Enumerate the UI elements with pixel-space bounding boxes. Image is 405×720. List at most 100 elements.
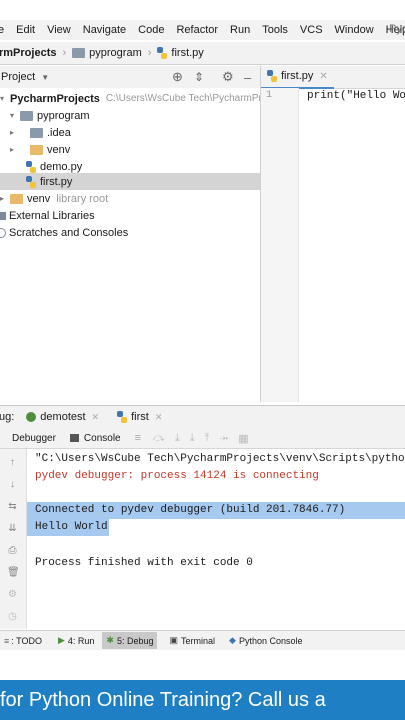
menu-file[interactable]: e bbox=[0, 24, 4, 36]
todo-button[interactable]: ≡: TODO bbox=[0, 632, 46, 649]
debugger-tab[interactable]: Debugger bbox=[12, 433, 56, 444]
folder-icon bbox=[72, 48, 86, 58]
step-over-icon[interactable]: ⤼ bbox=[153, 432, 165, 445]
tree-root-label: PycharmProjects bbox=[10, 92, 100, 105]
tree-item-venv-root[interactable]: ▸ venv library root bbox=[0, 190, 108, 207]
tree-item-first-py[interactable]: first.py bbox=[0, 173, 260, 190]
menu-edit[interactable]: Edit bbox=[16, 24, 35, 36]
console-line: Connected to pydev debugger (build 201.7… bbox=[35, 504, 346, 516]
python-console-icon: ◆ bbox=[229, 635, 236, 645]
down-arrow-icon[interactable]: ↓ bbox=[7, 479, 18, 490]
folder-icon bbox=[10, 193, 23, 204]
tree-item-label: venv bbox=[47, 143, 71, 156]
debug-tab-first[interactable]: first bbox=[131, 411, 149, 423]
collapse-arrow-icon[interactable]: ▸ bbox=[0, 194, 10, 203]
python-console-button[interactable]: ◆ Python Console bbox=[225, 632, 306, 649]
terminal-icon: ▣ bbox=[169, 635, 178, 645]
run-button[interactable]: ▶ 4: Run bbox=[54, 632, 98, 649]
menu-run[interactable]: Run bbox=[230, 24, 250, 36]
code-line[interactable]: print("Hello Wo bbox=[307, 90, 405, 102]
python-file-icon bbox=[26, 175, 36, 188]
promo-banner: for Python Online Training? Call us a bbox=[0, 680, 405, 720]
tree-item-label: External Libraries bbox=[9, 209, 95, 222]
banner-text: for Python Online Training? Call us a bbox=[0, 689, 326, 711]
window-title: Pych bbox=[389, 23, 405, 35]
step-into-icon[interactable]: ⤓ bbox=[175, 432, 180, 445]
library-root-label: library root bbox=[56, 192, 109, 205]
expand-arrow-icon[interactable]: ▾ bbox=[0, 94, 10, 103]
debug-sidebar: ↑ ↓ ⇆ ⇊ ⎙ 🗑 ⚙ ◷ bbox=[0, 449, 27, 629]
scroll-to-end-icon[interactable]: ⇊ bbox=[7, 523, 18, 534]
print-icon[interactable]: ⎙ bbox=[7, 545, 18, 556]
clock-icon[interactable]: ◷ bbox=[7, 611, 18, 622]
project-panel-title[interactable]: Project bbox=[1, 71, 35, 83]
terminal-button[interactable]: ▣ Terminal bbox=[165, 632, 219, 649]
tree-item-root[interactable]: ▾ PycharmProjects C:\Users\WsCube Tech\P… bbox=[0, 90, 288, 107]
menu-tools[interactable]: Tools bbox=[262, 24, 288, 36]
bug-icon: ✱ bbox=[106, 635, 114, 645]
run-label: 4: Run bbox=[67, 635, 95, 646]
tree-item-label: Scratches and Consoles bbox=[9, 226, 129, 239]
up-arrow-icon[interactable]: ↑ bbox=[7, 457, 18, 468]
menu-view[interactable]: View bbox=[47, 24, 71, 36]
editor-tab-first-py[interactable]: first.py ✕ bbox=[261, 66, 334, 89]
tree-item-scratches[interactable]: Scratches and Consoles bbox=[0, 224, 128, 241]
evaluate-icon[interactable]: ▦ bbox=[238, 432, 248, 445]
console-tab[interactable]: Console bbox=[84, 433, 121, 444]
library-icon bbox=[0, 211, 6, 220]
breadcrumb-project[interactable]: rmProjects bbox=[0, 47, 56, 59]
console-line: Hello World bbox=[35, 521, 108, 533]
debug-title-bar: ug: demotest ✕ first ✕ bbox=[0, 405, 405, 429]
settings-icon[interactable]: ⚙ bbox=[7, 589, 18, 600]
console-output[interactable]: "C:\Users\WsCube Tech\PycharmProjects\ve… bbox=[27, 449, 405, 629]
minimize-icon[interactable]: – bbox=[244, 70, 251, 85]
soft-wrap-icon[interactable]: ⇆ bbox=[7, 501, 18, 512]
editor-gutter: 1 bbox=[261, 88, 299, 402]
bottom-tool-bar: ≡: TODO ▶ 4: Run ✱ 5: Debug ▣ Terminal ◆ Pyt… bbox=[0, 630, 405, 650]
folder-icon bbox=[30, 144, 43, 155]
tree-item-label: demo.py bbox=[40, 160, 83, 173]
tree-item-venv[interactable]: ▸ venv bbox=[10, 141, 70, 158]
menu-navigate[interactable]: Navigate bbox=[83, 24, 126, 36]
menu-window[interactable]: Window bbox=[335, 24, 374, 36]
folder-icon bbox=[30, 127, 43, 138]
collapse-arrow-icon[interactable]: ▸ bbox=[10, 145, 20, 154]
todo-label: : TODO bbox=[11, 635, 42, 646]
run-to-cursor-icon[interactable]: ⤞ bbox=[219, 432, 228, 445]
python-console-label: Python Console bbox=[238, 635, 303, 646]
collapse-arrow-icon[interactable]: ▸ bbox=[10, 128, 20, 137]
close-icon[interactable]: ✕ bbox=[155, 412, 163, 423]
tree-item-pyprogram[interactable]: ▾ pyprogram bbox=[10, 107, 90, 124]
expand-arrow-icon[interactable]: ▾ bbox=[10, 111, 20, 120]
close-icon[interactable]: ✕ bbox=[92, 412, 100, 423]
console-line: pydev debugger: process 14124 is connect… bbox=[35, 470, 319, 482]
project-panel-header: Project ▼ ⊕ ⇕ ⚙ – bbox=[0, 66, 260, 89]
debug-tab-demotest[interactable]: demotest bbox=[40, 411, 85, 423]
debug-label: 5: Debug bbox=[116, 635, 154, 646]
editor-tab-label: first.py bbox=[281, 70, 314, 82]
collapse-icon[interactable]: ⇕ bbox=[194, 70, 204, 84]
todo-icon: ≡ bbox=[4, 635, 10, 646]
dropdown-arrow-icon[interactable]: ▼ bbox=[41, 73, 49, 82]
tree-item-external-libraries[interactable]: External Libraries bbox=[0, 207, 95, 224]
locate-icon[interactable]: ⊕ bbox=[172, 69, 183, 85]
menu-vcs[interactable]: VCS bbox=[300, 24, 323, 36]
tree-item-idea[interactable]: ▸ .idea bbox=[10, 124, 71, 141]
gear-icon[interactable]: ⚙ bbox=[222, 69, 234, 85]
close-icon[interactable]: ✕ bbox=[319, 71, 327, 82]
code-text: print("Hello Wo bbox=[307, 90, 405, 102]
breadcrumb-file[interactable]: first.py bbox=[171, 47, 203, 59]
console-icon bbox=[69, 434, 79, 442]
step-into-my-code-icon[interactable]: ⤓ bbox=[190, 432, 195, 445]
step-out-icon[interactable]: ⤒ bbox=[205, 432, 210, 445]
trash-icon[interactable]: 🗑 bbox=[7, 567, 20, 578]
menu-bar: e Edit View Navigate Code Refactor Run T… bbox=[0, 20, 405, 40]
menu-lines-icon[interactable]: ≡ bbox=[135, 432, 141, 444]
menu-code[interactable]: Code bbox=[138, 24, 164, 36]
debug-button[interactable]: ✱ 5: Debug bbox=[102, 632, 158, 649]
breadcrumb: rmProjects › pyprogram › first.py bbox=[0, 42, 405, 65]
python-file-icon bbox=[26, 160, 36, 173]
breadcrumb-folder[interactable]: pyprogram bbox=[89, 47, 142, 59]
menu-refactor[interactable]: Refactor bbox=[176, 24, 218, 36]
python-file-icon bbox=[157, 47, 168, 59]
